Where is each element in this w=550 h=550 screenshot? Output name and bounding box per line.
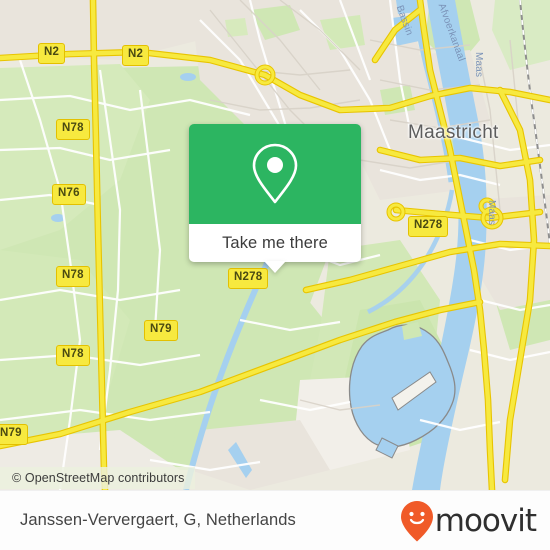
moovit-pin-smiley-icon: [400, 500, 433, 541]
place-title: Janssen-Ververgaert, G, Netherlands: [20, 511, 296, 529]
road-shield-n2-west: N2: [38, 43, 66, 64]
road-shield-n78-north: N78: [56, 119, 90, 140]
take-me-there-callout[interactable]: Take me there: [189, 124, 361, 273]
moovit-map-screenshot: Maastricht Bassin Afvoerkanaal Maas Maas…: [0, 0, 550, 550]
road-shield-n2-east: N2: [122, 45, 150, 66]
road-shield-n76: N76: [52, 184, 86, 205]
callout-pointer-tail: [264, 261, 286, 273]
callout-cta-area[interactable]: Take me there: [189, 224, 361, 273]
road-shield-n278-east: N278: [408, 216, 449, 237]
take-me-there-label: Take me there: [222, 233, 328, 252]
moovit-logo[interactable]: moovit: [400, 499, 537, 543]
moovit-wordmark: moovit: [434, 503, 537, 539]
callout-icon-area: [189, 124, 361, 224]
road-shield-n78-mid: N78: [56, 266, 90, 287]
road-shield-n79-east: N79: [144, 320, 178, 341]
road-shield-n278-west: N278: [228, 268, 269, 289]
road-shield-n78-south: N78: [56, 345, 90, 366]
map-pin-icon: [252, 143, 298, 204]
footer-bar: Janssen-Ververgaert, G, Netherlands moov…: [0, 490, 550, 550]
osm-attribution: © OpenStreetMap contributors: [0, 467, 195, 489]
road-shield-n79-west: N79: [0, 424, 28, 445]
